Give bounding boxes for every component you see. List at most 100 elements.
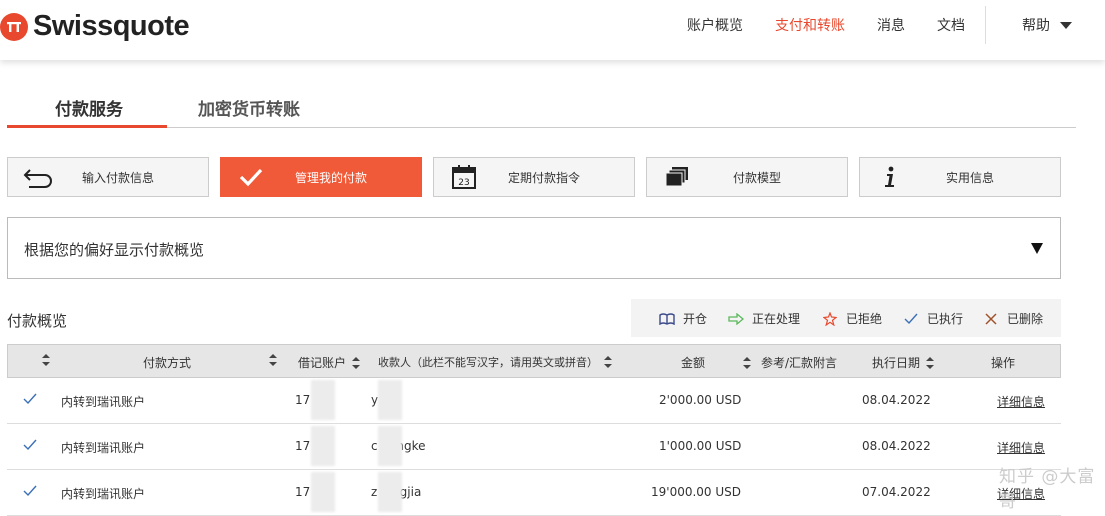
- top-header: Swissquote 账户概览 支付和转账 消息 文档 帮助: [0, 0, 1105, 60]
- col-debit-account-header[interactable]: 借记账户: [298, 354, 361, 371]
- stacked-pages-icon: [647, 166, 707, 188]
- col-reference-label: 参考/汇款附言: [761, 356, 838, 370]
- redaction: [378, 380, 402, 420]
- col-method-sort[interactable]: [263, 354, 277, 366]
- standing-order-button[interactable]: 23 定期付款指令: [433, 157, 635, 197]
- row-exec-date: 08.04.2022: [862, 439, 931, 453]
- calendar-day: 23: [458, 178, 469, 188]
- manage-payments-label: 管理我的付款: [294, 170, 367, 185]
- legend-rejected: 已拒绝: [820, 310, 882, 327]
- redaction: [311, 380, 335, 420]
- sort-icon: [352, 356, 361, 369]
- table-row: 内转到瑞讯账户 17 39 z dingjia 19'000.00 USD 07…: [7, 470, 1061, 516]
- col-action-label: 操作: [991, 356, 1016, 370]
- status-legend: 开仓 正在处理 已拒绝 已执行 已删除: [631, 299, 1061, 337]
- col-recipient-label: 收款人（此栏不能写汉字，请用英文或拼音）: [378, 356, 598, 369]
- checkmark-icon: [901, 313, 921, 325]
- legend-open: 开仓: [657, 310, 707, 327]
- row-method: 内转到瑞讯账户: [61, 441, 146, 455]
- useful-info-label: 实用信息: [945, 170, 994, 185]
- row-amount: 2'000.00 USD: [659, 393, 742, 407]
- nav-divider: [985, 6, 986, 44]
- col-reference-header[interactable]: 参考/汇款附言: [761, 354, 846, 371]
- zhihu-watermark: 知乎 @大富哥: [999, 467, 1096, 512]
- enter-payment-label: 输入付款信息: [81, 170, 154, 185]
- nav-payments-transfers[interactable]: 支付和转账: [775, 15, 845, 35]
- row-exec-date: 07.04.2022: [862, 485, 931, 499]
- legend-processing-label: 正在处理: [752, 312, 801, 326]
- row-details-link[interactable]: 详细信息: [997, 393, 1045, 410]
- info-icon: [860, 166, 920, 188]
- help-label: 帮助: [1022, 18, 1050, 34]
- redaction: [311, 472, 335, 512]
- manage-payments-button[interactable]: 管理我的付款: [220, 157, 422, 197]
- calendar-icon: 23: [434, 164, 494, 190]
- x-icon: [981, 312, 1001, 325]
- chevron-down-icon: [1060, 21, 1072, 29]
- active-tab-indicator: [7, 125, 167, 128]
- filter-selected-value: 根据您的偏好显示付款概览: [24, 241, 205, 259]
- legend-deleted-label: 已删除: [1007, 312, 1044, 326]
- tab-payment-services[interactable]: 付款服务: [55, 95, 123, 120]
- redaction: [378, 472, 402, 512]
- col-exec-date-label: 执行日期: [872, 356, 921, 370]
- swissquote-logo-icon: [0, 12, 28, 41]
- payment-overview-title: 付款概览: [7, 312, 68, 330]
- legend-processing: 正在处理: [726, 310, 800, 327]
- table-header: 付款方式 借记账户 收款人（此栏不能写汉字，请用英文或拼音） 金额 参考/汇款附…: [7, 344, 1061, 378]
- col-recipient-header[interactable]: 收款人（此栏不能写汉字，请用英文或拼音）: [378, 354, 612, 370]
- standing-order-label: 定期付款指令: [507, 170, 580, 185]
- useful-info-button[interactable]: 实用信息: [859, 157, 1061, 197]
- payment-templates-label: 付款模型: [732, 170, 781, 185]
- nav-account-overview[interactable]: 账户概览: [687, 15, 743, 35]
- col-status-header[interactable]: [36, 354, 50, 366]
- back-arrow-icon: [8, 166, 68, 188]
- legend-executed: 已执行: [901, 310, 963, 327]
- tab-crypto-transfer[interactable]: 加密货币转账: [198, 95, 300, 120]
- redaction: [311, 426, 335, 466]
- sort-icon: [604, 356, 612, 368]
- legend-executed-label: 已执行: [927, 312, 964, 326]
- nav-documents[interactable]: 文档: [937, 15, 965, 35]
- swissquote-logo[interactable]: Swissquote: [0, 10, 190, 43]
- checkmark-icon: [221, 167, 281, 187]
- col-exec-date-header[interactable]: 执行日期: [872, 354, 935, 371]
- col-debit-account-label: 借记账户: [298, 356, 347, 370]
- open-book-icon: [657, 312, 677, 325]
- table-row: 内转到瑞讯账户 17 39 c hongke 1'000.00 USD 08.0…: [7, 424, 1061, 470]
- col-method-header[interactable]: 付款方式: [143, 354, 191, 371]
- executed-checkmark-icon: [23, 485, 37, 500]
- dropdown-arrow-icon: [1031, 243, 1043, 254]
- executed-checkmark-icon: [23, 439, 37, 454]
- sort-icon: [42, 354, 50, 366]
- legend-open-label: 开仓: [683, 312, 708, 326]
- col-amount-header[interactable]: 金额: [681, 354, 752, 371]
- tabs-divider: [7, 127, 1076, 128]
- row-method: 内转到瑞讯账户: [61, 487, 146, 501]
- star-burst-icon: [820, 311, 840, 326]
- table-row: 内转到瑞讯账户 17 39 y u 2'000.00 USD 08.04.202…: [7, 378, 1061, 424]
- executed-checkmark-icon: [23, 393, 37, 408]
- brand-name: Swissquote: [33, 10, 190, 42]
- col-action-header: 操作: [991, 354, 1015, 371]
- help-menu[interactable]: 帮助: [1022, 15, 1072, 35]
- col-amount-label: 金额: [681, 356, 706, 370]
- enter-payment-button[interactable]: 输入付款信息: [7, 157, 209, 197]
- row-amount: 1'000.00 USD: [659, 439, 742, 453]
- payments-table: 付款方式 借记账户 收款人（此栏不能写汉字，请用英文或拼音） 金额 参考/汇款附…: [7, 344, 1061, 516]
- row-amount: 19'000.00 USD: [651, 485, 742, 499]
- nav-messages[interactable]: 消息: [877, 15, 905, 35]
- sort-icon: [269, 354, 277, 366]
- overview-filter-select[interactable]: 根据您的偏好显示付款概览: [7, 217, 1061, 279]
- legend-deleted: 已删除: [981, 310, 1043, 327]
- payment-templates-button[interactable]: 付款模型: [646, 157, 848, 197]
- col-method-label: 付款方式: [143, 356, 192, 370]
- legend-rejected-label: 已拒绝: [846, 312, 883, 326]
- sort-icon: [743, 356, 752, 369]
- row-details-link[interactable]: 详细信息: [997, 439, 1045, 456]
- arrow-right-icon: [726, 312, 746, 325]
- sort-icon: [926, 356, 935, 369]
- row-method: 内转到瑞讯账户: [61, 395, 146, 409]
- redaction: [378, 426, 402, 466]
- row-exec-date: 08.04.2022: [862, 393, 931, 407]
